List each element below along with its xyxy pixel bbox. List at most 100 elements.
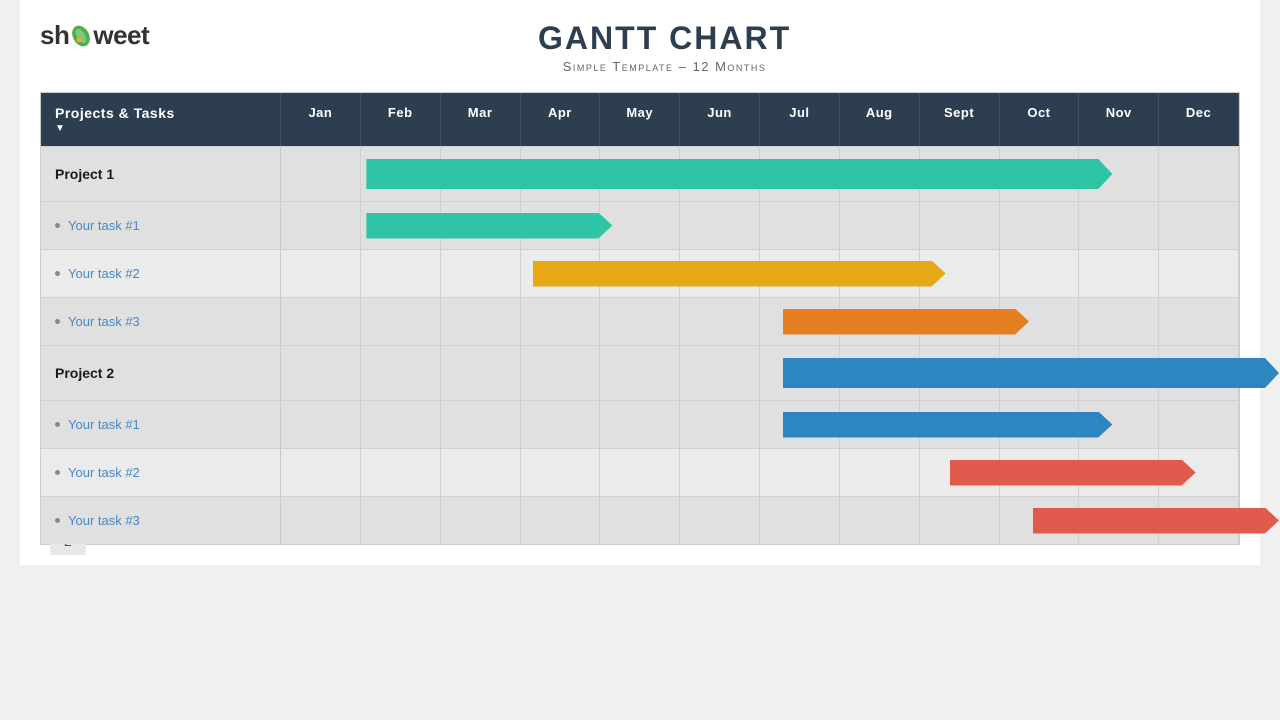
grid-cell [840,449,920,496]
gantt-row-4: Project 2 [41,345,1239,400]
grid-cell [680,401,760,448]
grid-cell [1079,298,1159,345]
grid-cell [361,298,441,345]
grid-cell [680,346,760,400]
gantt-month-aug: Aug [840,93,920,146]
grid-cell [760,449,840,496]
gantt-bar-0 [366,159,1112,189]
grid-cell [281,497,361,544]
gantt-grid-area-7 [281,497,1239,544]
gantt-grid-area-4 [281,346,1239,400]
logo-text-sh: sh [40,20,69,51]
grid-cell [281,147,361,201]
grid-cell [441,401,521,448]
grid-cell [760,202,840,249]
gantt-month-mar: Mar [441,93,521,146]
grid-cell [1079,250,1159,297]
grid-cell [521,449,601,496]
sort-arrow-icon: ▼ [55,123,276,134]
gantt-month-sept: Sept [920,93,1000,146]
gantt-month-jun: Jun [680,93,760,146]
gantt-month-apr: Apr [521,93,601,146]
gantt-row-1: Your task #1 [41,201,1239,249]
gantt-row-5: Your task #1 [41,400,1239,448]
grid-cell [281,401,361,448]
grid-cell [920,497,1000,544]
grid-cell [840,202,920,249]
grid-cell [441,346,521,400]
project-label-0: Project 1 [41,147,281,201]
grid-cell [1159,250,1239,297]
bullet-icon [55,319,60,324]
grid-cell [361,401,441,448]
gantt-row-0: Project 1 [41,146,1239,201]
grid-cell [600,449,680,496]
gantt-month-jan: Jan [281,93,361,146]
gantt-month-dec: Dec [1159,93,1239,146]
grid-cell [680,202,760,249]
gantt-row-3: Your task #3 [41,297,1239,345]
grid-cell [441,449,521,496]
grid-cell [281,202,361,249]
gantt-bar-1 [366,213,612,239]
grid-cell [281,250,361,297]
gantt-month-nov: Nov [1079,93,1159,146]
task-label-7: Your task #3 [41,497,281,544]
grid-cell [281,346,361,400]
grid-cell [1000,202,1080,249]
grid-cell [441,298,521,345]
grid-cell [600,298,680,345]
gantt-bar-4 [783,358,1279,388]
gantt-month-feb: Feb [361,93,441,146]
gantt-bar-6 [950,460,1196,486]
grid-cell [521,298,601,345]
grid-cell [680,449,760,496]
grid-cell [680,497,760,544]
gantt-grid-area-5 [281,401,1239,448]
grid-cell [521,497,601,544]
grid-cell [521,346,601,400]
bullet-icon [55,223,60,228]
gantt-bar-7 [1033,508,1279,534]
gantt-row-7: Your task #3 [41,496,1239,544]
gantt-chart: Projects & Tasks ▼ JanFebMarAprMayJunJul… [40,92,1240,545]
task-label-3: Your task #3 [41,298,281,345]
bullet-icon [55,271,60,276]
gantt-month-may: May [600,93,680,146]
bullet-icon [55,518,60,523]
gantt-row-6: Your task #2 [41,448,1239,496]
page-header: sh weet Gantt Chart Simple Template – 12… [40,20,1240,74]
grid-cell [600,346,680,400]
grid-cell [1159,401,1239,448]
grid-cell [281,298,361,345]
project-label-4: Project 2 [41,346,281,400]
grid-cell [600,497,680,544]
main-title: Gantt Chart [149,20,1180,57]
gantt-col-label: Projects & Tasks ▼ [41,93,281,146]
gantt-grid-area-1 [281,202,1239,249]
grid-cell [281,449,361,496]
grid-cell [361,250,441,297]
sub-title: Simple Template – 12 Months [149,59,1180,74]
task-label-6: Your task #2 [41,449,281,496]
grid-cell [1079,202,1159,249]
page-container: sh weet Gantt Chart Simple Template – 12… [20,0,1260,565]
gantt-row-2: Your task #2 [41,249,1239,297]
bullet-icon [55,422,60,427]
grid-cell [680,298,760,345]
grid-cell [361,449,441,496]
bullet-icon [55,470,60,475]
title-block: Gantt Chart Simple Template – 12 Months [149,20,1240,74]
grid-cell [441,250,521,297]
gantt-grid-area-3 [281,298,1239,345]
logo-text-eet: weet [93,20,149,51]
grid-cell [920,202,1000,249]
task-label-1: Your task #1 [41,202,281,249]
gantt-grid-area-6 [281,449,1239,496]
grid-cell [1000,250,1080,297]
gantt-grid-area-0 [281,147,1239,201]
grid-cell [1159,147,1239,201]
grid-cell [361,346,441,400]
grid-cell [1159,202,1239,249]
grid-cell [840,497,920,544]
